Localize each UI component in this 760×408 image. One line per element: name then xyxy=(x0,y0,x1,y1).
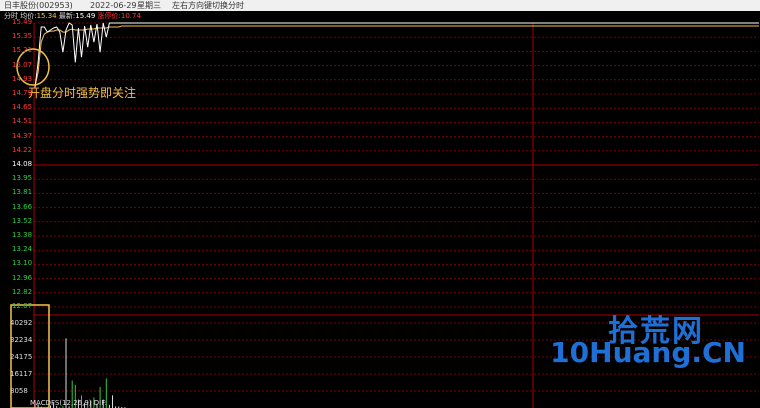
price-tick-label: 13.52 xyxy=(12,216,33,225)
price-tick-label: 15.35 xyxy=(12,32,33,41)
last-value: 15.49 xyxy=(75,12,96,20)
price-tick-label: 15.49 xyxy=(12,18,33,26)
trade-date: 2022-06-29 xyxy=(90,1,137,10)
nav-hint: 左右方向键切换分时 xyxy=(172,1,244,10)
avg-value: 15.34 xyxy=(36,12,57,20)
volume-tick-label: 40292 xyxy=(10,319,33,327)
price-tick-label: 14.37 xyxy=(12,131,33,140)
price-tick-label: 12.67 xyxy=(12,302,33,310)
weekday: 星期三 xyxy=(137,1,161,10)
price-tick-label: 13.24 xyxy=(12,245,33,254)
price-tick-label: 15.21 xyxy=(12,46,33,55)
price-tick-label: 12.96 xyxy=(12,273,33,282)
macd-label: MACDFS(12,26,9) DIF: xyxy=(30,399,108,407)
price-tick-label: 13.38 xyxy=(12,231,33,239)
price-tick-label: 14.93 xyxy=(12,74,33,83)
volume-tick-label: 8058 xyxy=(10,387,28,395)
volume-tick-label: 16117 xyxy=(10,370,33,378)
price-tick-label: 14.08 xyxy=(12,160,33,168)
title-bar: 日丰股份(002953) 2022-06-29 星期三 左右方向键切换分时 xyxy=(0,0,760,11)
stock-name: 日丰股份(002953) xyxy=(4,1,73,10)
price-tick-label: 14.51 xyxy=(12,117,33,126)
limit-label: 涨停价: xyxy=(97,12,121,20)
price-tick-label: 14.79 xyxy=(12,89,33,97)
price-tick-label: 15.07 xyxy=(12,60,33,69)
price-tick-label: 13.95 xyxy=(12,174,33,183)
price-tick-label: 14.22 xyxy=(12,145,33,154)
volume-tick-label: 24175 xyxy=(10,353,33,361)
price-tick-label: 13.81 xyxy=(12,188,33,197)
annotation-text: 开盘分时强势即关注 xyxy=(28,86,137,100)
price-tick-label: 13.66 xyxy=(12,202,33,211)
last-label: 最新: xyxy=(58,12,76,20)
watermark-en: 10Huang.CN xyxy=(550,336,746,369)
limit-value: 10.74 xyxy=(120,12,141,20)
volume-tick-label: 32234 xyxy=(10,336,33,344)
price-tick-label: 12.82 xyxy=(12,287,33,296)
price-tick-label: 14.65 xyxy=(12,103,33,112)
price-tick-label: 13.10 xyxy=(12,259,33,268)
watermark: 拾荒网 10Huang.CN xyxy=(506,306,746,370)
